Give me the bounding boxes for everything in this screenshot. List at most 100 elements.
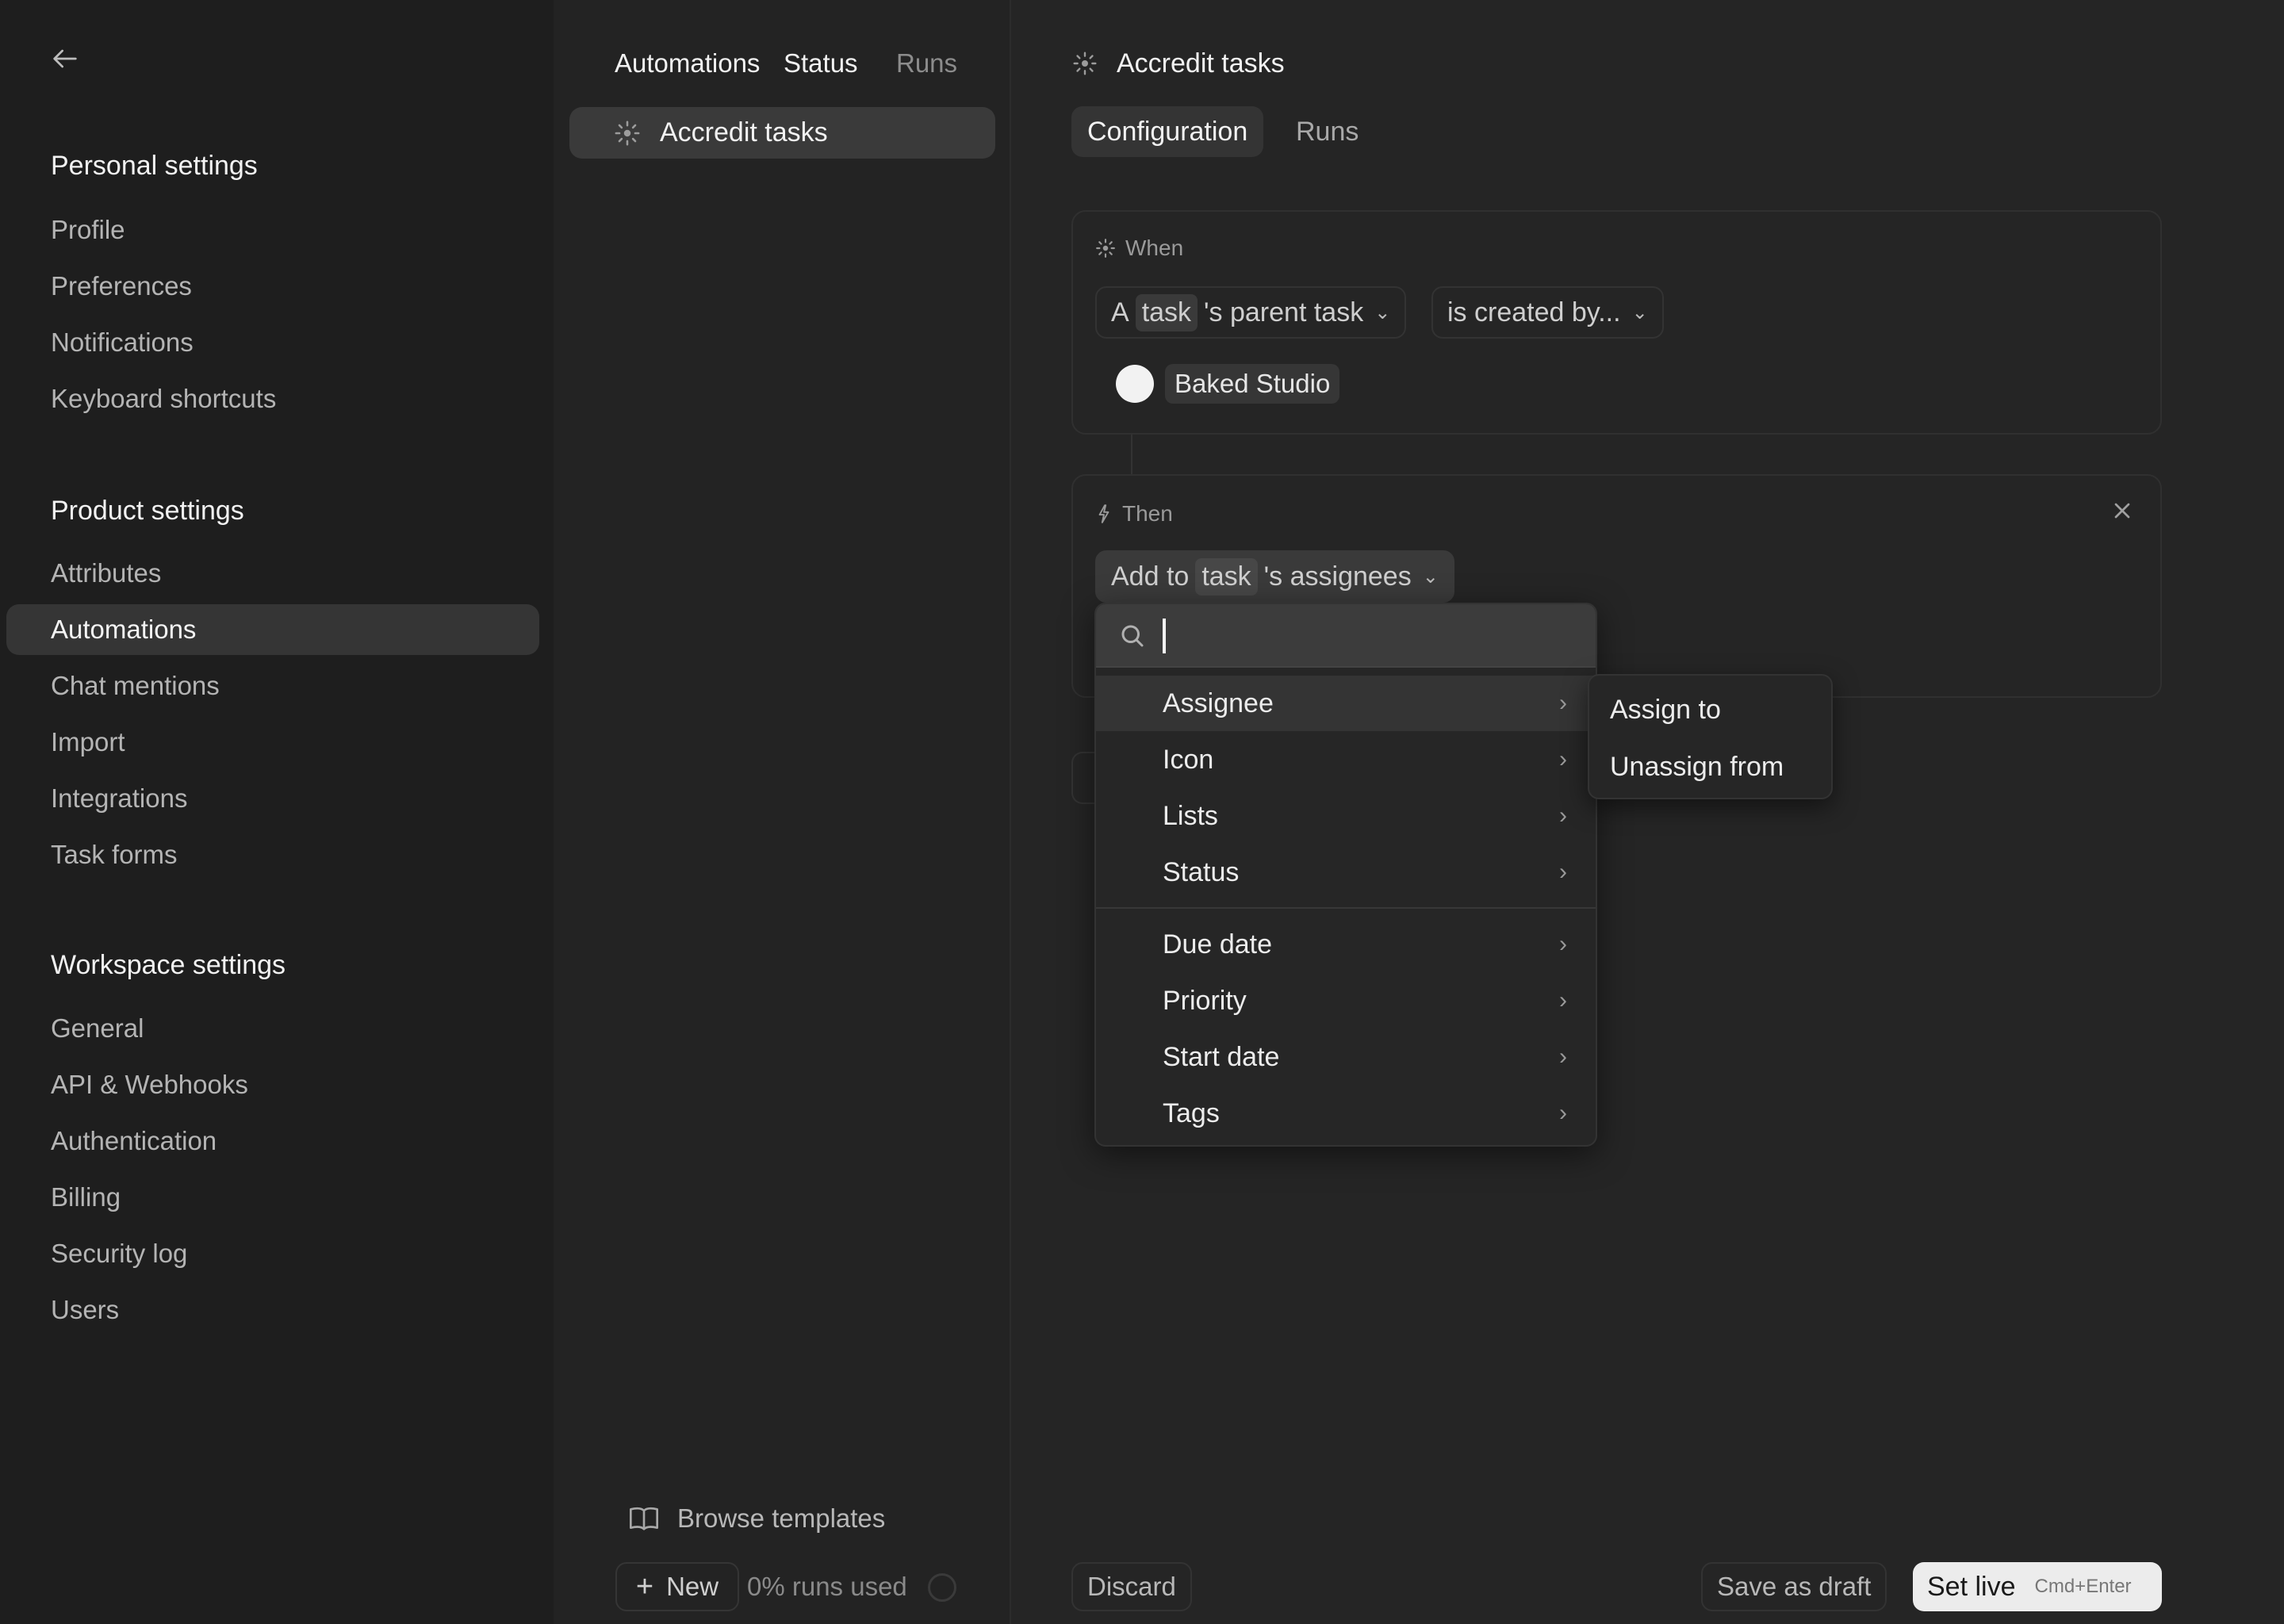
trigger-condition-text: is created by... bbox=[1447, 297, 1621, 327]
menu-item-start-date[interactable]: Start date › bbox=[1096, 1029, 1596, 1085]
sidebar-item-profile[interactable]: Profile bbox=[6, 205, 539, 255]
keyboard-shortcut-hint: Cmd+Enter bbox=[2034, 1576, 2132, 1597]
menu-item-label: Tags bbox=[1163, 1098, 1220, 1128]
trigger-chip: task bbox=[1135, 293, 1198, 331]
tab-automations[interactable]: Automations bbox=[615, 46, 760, 81]
menu-item-assignee[interactable]: Assignee › bbox=[1096, 676, 1596, 731]
trigger-suffix: 's parent task bbox=[1204, 297, 1364, 327]
chevron-right-icon: › bbox=[1559, 859, 1567, 885]
sidebar-item-general[interactable]: General bbox=[6, 1003, 539, 1054]
new-button-label: New bbox=[666, 1572, 719, 1601]
sun-icon bbox=[1096, 239, 1115, 258]
action-suffix: 's assignees bbox=[1263, 561, 1412, 592]
tab-status[interactable]: Status bbox=[784, 46, 858, 81]
chevron-down-icon: ⌄ bbox=[1422, 565, 1439, 588]
menu-item-tags[interactable]: Tags › bbox=[1096, 1086, 1596, 1141]
book-icon bbox=[630, 1507, 658, 1530]
tab-runs[interactable]: Runs bbox=[896, 46, 957, 81]
action-chip: task bbox=[1195, 557, 1258, 596]
menu-item-icon[interactable]: Icon › bbox=[1096, 732, 1596, 787]
sidebar-item-users[interactable]: Users bbox=[6, 1285, 539, 1335]
tab-runs-editor[interactable]: Runs bbox=[1280, 106, 1374, 157]
menu-item-label: Start date bbox=[1163, 1042, 1280, 1072]
chevron-down-icon: ⌄ bbox=[1631, 301, 1648, 324]
sidebar-item-import[interactable]: Import bbox=[6, 717, 539, 768]
chevron-right-icon: › bbox=[1559, 987, 1567, 1013]
action-menu: Assignee › Icon › Lists › Status › Due date ›… bbox=[1094, 603, 1597, 1147]
trigger-prefix: A bbox=[1111, 297, 1129, 327]
settings-sidebar: Personal settings Profile Preferences No… bbox=[0, 0, 554, 1624]
plus-icon: + bbox=[635, 1569, 654, 1603]
new-automation-button[interactable]: + New bbox=[615, 1562, 739, 1611]
lightning-icon bbox=[1098, 504, 1109, 523]
runs-used-progress-ring bbox=[928, 1573, 956, 1602]
submenu-item-assign-to[interactable]: Assign to bbox=[1589, 682, 1831, 737]
back-arrow-icon[interactable] bbox=[49, 43, 81, 75]
menu-item-priority[interactable]: Priority › bbox=[1096, 973, 1596, 1028]
trigger-condition-dropdown[interactable]: is created by... ⌄ bbox=[1431, 286, 1664, 339]
tab-configuration[interactable]: Configuration bbox=[1071, 106, 1264, 157]
menu-item-due-date[interactable]: Due date › bbox=[1096, 917, 1596, 972]
text-cursor bbox=[1163, 619, 1166, 653]
search-icon bbox=[1121, 625, 1144, 647]
menu-item-label: Icon bbox=[1163, 745, 1214, 775]
section-title-personal: Personal settings bbox=[51, 151, 258, 181]
submenu-item-unassign-from[interactable]: Unassign from bbox=[1589, 739, 1831, 795]
when-card: When A task 's parent task ⌄ is created … bbox=[1071, 210, 2162, 435]
set-live-label: Set live bbox=[1927, 1571, 2016, 1602]
sun-icon bbox=[615, 121, 640, 146]
section-title-workspace: Workspace settings bbox=[51, 950, 286, 980]
step-connector bbox=[1131, 435, 1132, 476]
sidebar-item-integrations[interactable]: Integrations bbox=[6, 773, 539, 824]
sidebar-item-api-webhooks[interactable]: API & Webhooks bbox=[6, 1059, 539, 1110]
sidebar-item-authentication[interactable]: Authentication bbox=[6, 1116, 539, 1166]
chevron-right-icon: › bbox=[1559, 746, 1567, 772]
chevron-right-icon: › bbox=[1559, 802, 1567, 829]
set-live-button[interactable]: Set live Cmd+Enter bbox=[1913, 1562, 2162, 1611]
action-prefix: Add to bbox=[1111, 561, 1190, 592]
action-dropdown[interactable]: Add to task 's assignees ⌄ bbox=[1095, 550, 1454, 603]
menu-divider bbox=[1096, 907, 1596, 909]
sun-icon bbox=[1073, 52, 1097, 75]
then-label: Then bbox=[1095, 501, 1173, 527]
menu-item-lists[interactable]: Lists › bbox=[1096, 788, 1596, 844]
sidebar-item-billing[interactable]: Billing bbox=[6, 1172, 539, 1223]
automation-title: Accredit tasks bbox=[1117, 48, 1285, 79]
trigger-value[interactable]: Baked Studio bbox=[1116, 364, 1340, 404]
sidebar-item-preferences[interactable]: Preferences bbox=[6, 261, 539, 312]
automation-item-label: Accredit tasks bbox=[660, 117, 828, 147]
automations-list-panel bbox=[554, 0, 1011, 1624]
chevron-right-icon: › bbox=[1559, 1044, 1567, 1070]
menu-item-label: Status bbox=[1163, 857, 1240, 887]
chevron-right-icon: › bbox=[1559, 931, 1567, 957]
sidebar-item-chat-mentions[interactable]: Chat mentions bbox=[6, 661, 539, 711]
menu-item-status[interactable]: Status › bbox=[1096, 845, 1596, 900]
chevron-right-icon: › bbox=[1559, 1100, 1567, 1126]
trigger-value-chip: Baked Studio bbox=[1165, 364, 1340, 404]
sidebar-item-keyboard-shortcuts[interactable]: Keyboard shortcuts bbox=[6, 373, 539, 424]
sidebar-item-automations[interactable]: Automations bbox=[6, 604, 539, 655]
runs-used-text: 0% runs used bbox=[747, 1572, 907, 1601]
avatar bbox=[1116, 365, 1154, 403]
menu-item-label: Priority bbox=[1163, 986, 1247, 1016]
automation-item-accredit-tasks[interactable]: Accredit tasks bbox=[569, 107, 995, 159]
browse-templates-link[interactable]: Browse templates bbox=[628, 1499, 885, 1538]
browse-templates-label: Browse templates bbox=[677, 1503, 886, 1533]
sidebar-item-task-forms[interactable]: Task forms bbox=[6, 829, 539, 880]
assignee-submenu: Assign to Unassign from bbox=[1588, 674, 1833, 799]
menu-item-label: Due date bbox=[1163, 929, 1272, 959]
save-as-draft-button[interactable]: Save as draft bbox=[1701, 1562, 1887, 1611]
then-label-text: Then bbox=[1122, 501, 1173, 526]
trigger-subject-dropdown[interactable]: A task 's parent task ⌄ bbox=[1095, 286, 1407, 339]
chevron-down-icon: ⌄ bbox=[1374, 301, 1391, 324]
menu-search-input[interactable] bbox=[1161, 615, 1573, 657]
sidebar-item-security-log[interactable]: Security log bbox=[6, 1228, 539, 1279]
when-label: When bbox=[1095, 236, 1183, 261]
section-title-product: Product settings bbox=[51, 496, 244, 526]
menu-search bbox=[1096, 604, 1596, 668]
close-icon[interactable] bbox=[2110, 498, 2135, 523]
discard-button[interactable]: Discard bbox=[1071, 1562, 1192, 1611]
sidebar-item-attributes[interactable]: Attributes bbox=[6, 548, 539, 599]
sidebar-item-notifications[interactable]: Notifications bbox=[6, 317, 539, 368]
menu-item-label: Lists bbox=[1163, 801, 1218, 831]
